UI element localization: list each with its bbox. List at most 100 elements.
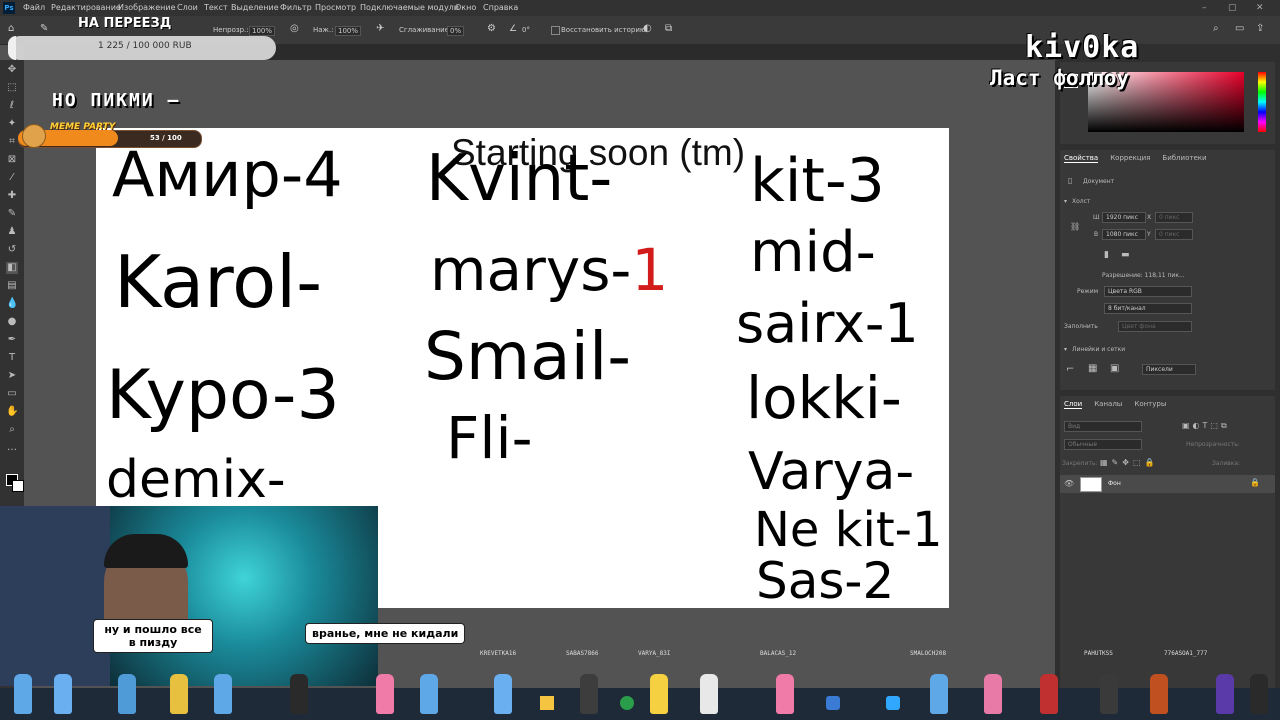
- home-icon[interactable]: ⌂: [8, 23, 14, 34]
- type-tool-icon[interactable]: T: [6, 352, 18, 364]
- chevron-down-icon[interactable]: ▾: [1064, 198, 1067, 205]
- eyedropper-icon[interactable]: ⁄: [6, 172, 18, 184]
- menu-plugins[interactable]: Подключаемые модули: [360, 0, 459, 16]
- history-brush-icon[interactable]: ↺: [6, 244, 18, 256]
- grid-icon[interactable]: ▦: [1088, 363, 1097, 374]
- viewer-name: VARYA_83I: [638, 650, 671, 657]
- gradient-tool-icon[interactable]: ▤: [6, 280, 18, 292]
- stamp-tool-icon[interactable]: ♟: [6, 226, 18, 238]
- layer-search-input[interactable]: Вид: [1064, 421, 1142, 432]
- width-field[interactable]: 1920 пикс: [1102, 212, 1146, 223]
- pressure-field[interactable]: 100%: [335, 26, 362, 36]
- viewer-avatar-sprite: [54, 674, 72, 714]
- background-color-swatch[interactable]: [12, 480, 24, 492]
- units-select[interactable]: Пиксели: [1142, 364, 1196, 375]
- y-letter: Y: [1147, 231, 1151, 238]
- lasso-tool-icon[interactable]: ℓ: [6, 100, 18, 112]
- chrome-icon[interactable]: [620, 696, 634, 710]
- menu-view[interactable]: Просмотр: [315, 0, 356, 16]
- ruler-icon[interactable]: ⌐: [1066, 364, 1074, 375]
- fill-select[interactable]: Цвет фона: [1118, 321, 1192, 332]
- opacity-field[interactable]: 100%: [249, 26, 276, 36]
- minimize-icon[interactable]: –: [1202, 0, 1207, 16]
- menu-help[interactable]: Справка: [483, 0, 518, 16]
- magic-wand-icon[interactable]: ✦: [6, 118, 18, 130]
- eraser-tool-icon[interactable]: ◧: [6, 262, 18, 274]
- menu-layers[interactable]: Слои: [177, 0, 198, 16]
- menu-edit[interactable]: Редактирование: [51, 0, 121, 16]
- layer-name[interactable]: Фон: [1108, 480, 1121, 487]
- hue-slider[interactable]: [1258, 72, 1266, 132]
- viewer-avatar-sprite: [1100, 674, 1118, 714]
- crop-tool-icon[interactable]: ⌗: [6, 136, 18, 148]
- brush-preset-icon[interactable]: ✎: [40, 23, 48, 34]
- workspace-icon[interactable]: ▭: [1235, 23, 1244, 34]
- handwritten-entry: Kvint-: [426, 142, 613, 216]
- height-field[interactable]: 1080 пикс: [1102, 229, 1146, 240]
- menu-text[interactable]: Текст: [204, 0, 228, 16]
- blend-mode-select[interactable]: Обычные: [1064, 439, 1142, 450]
- layer-filter-icons[interactable]: ▣◐T⬚⧉: [1182, 421, 1230, 431]
- file-explorer-icon[interactable]: [540, 696, 554, 710]
- close-icon[interactable]: ✕: [1256, 0, 1264, 16]
- landscape-orientation-icon[interactable]: ▬: [1121, 250, 1130, 260]
- shield-icon[interactable]: [826, 696, 840, 710]
- hand-tool-icon[interactable]: ✋: [6, 406, 18, 418]
- angle-field[interactable]: 0°: [522, 26, 530, 34]
- settings-gear-icon[interactable]: ⚙: [487, 23, 496, 34]
- viewer-avatar-sprite: [118, 674, 136, 714]
- smoothing-field[interactable]: 0%: [447, 26, 465, 36]
- y-field[interactable]: 0 пикс: [1155, 229, 1193, 240]
- menu-select[interactable]: Выделение: [231, 0, 279, 16]
- tab-paths[interactable]: Контуры: [1134, 400, 1166, 408]
- height-letter: В: [1094, 231, 1099, 238]
- history-checkbox[interactable]: [551, 26, 560, 35]
- link-icon[interactable]: ⛓: [1070, 222, 1080, 231]
- blur-tool-icon[interactable]: 💧: [6, 298, 18, 310]
- menu-filter[interactable]: Фильтр: [280, 0, 312, 16]
- dodge-tool-icon[interactable]: ●: [6, 316, 18, 328]
- search-icon[interactable]: ⌕: [1213, 23, 1219, 34]
- tab-adjustments[interactable]: Коррекция: [1110, 154, 1150, 162]
- tab-libraries[interactable]: Библиотеки: [1162, 154, 1206, 162]
- airbrush-icon[interactable]: ✈: [376, 23, 384, 34]
- symmetry-icon[interactable]: ⧉: [665, 23, 672, 34]
- share-icon[interactable]: ⇪: [1256, 23, 1264, 34]
- width-letter: Ш: [1093, 214, 1100, 221]
- handwritten-entry: Sas-2: [756, 552, 895, 608]
- photoshop-taskbar-icon[interactable]: [886, 696, 900, 710]
- maximize-icon[interactable]: ▢: [1228, 0, 1237, 16]
- handwritten-entry: kit-3: [750, 146, 885, 216]
- x-field[interactable]: 0 пикс: [1155, 212, 1193, 223]
- tab-properties[interactable]: Свойства: [1064, 154, 1099, 163]
- menu-image[interactable]: Изображение: [118, 0, 176, 16]
- rectangle-tool-icon[interactable]: ▭: [6, 388, 18, 400]
- lock-icons[interactable]: ▦✎✥⬚🔒: [1100, 458, 1158, 467]
- angle-icon: ∠: [509, 24, 518, 34]
- tab-channels[interactable]: Каналы: [1094, 400, 1122, 408]
- move-tool-icon[interactable]: ✥: [6, 64, 18, 76]
- marquee-tool-icon[interactable]: ⬚: [6, 82, 18, 94]
- depth-select[interactable]: 8 бит/канал: [1104, 303, 1192, 314]
- menu-file[interactable]: Файл: [23, 0, 45, 16]
- fill-label: Заполнить: [1064, 323, 1098, 330]
- menu-window[interactable]: Окно: [455, 0, 476, 16]
- chevron-down-icon[interactable]: ▾: [1064, 346, 1067, 353]
- mode-select[interactable]: Цвета RGB: [1104, 286, 1192, 297]
- handwritten-entry: Fli-: [446, 404, 533, 472]
- photoshop-logo-icon[interactable]: Ps: [3, 2, 15, 14]
- pen-tool-icon[interactable]: ✒: [6, 334, 18, 346]
- pressure-size-icon[interactable]: ◐: [643, 23, 652, 34]
- tab-layers[interactable]: Слои: [1064, 400, 1083, 409]
- brush-tool-icon[interactable]: ✎: [6, 208, 18, 220]
- guides-icon[interactable]: ▣: [1110, 363, 1119, 374]
- pressure-opacity-icon[interactable]: ◎: [290, 23, 299, 34]
- handwritten-entry: mid-: [750, 220, 876, 285]
- zoom-tool-icon[interactable]: ⌕: [6, 424, 18, 436]
- portrait-orientation-icon[interactable]: ▮: [1104, 250, 1109, 260]
- frame-tool-icon[interactable]: ⊠: [6, 154, 18, 166]
- path-select-icon[interactable]: ➤: [6, 370, 18, 382]
- eye-visibility-icon[interactable]: 👁: [1064, 479, 1074, 488]
- more-tools-icon[interactable]: …: [6, 442, 18, 454]
- healing-brush-icon[interactable]: ✚: [6, 190, 18, 202]
